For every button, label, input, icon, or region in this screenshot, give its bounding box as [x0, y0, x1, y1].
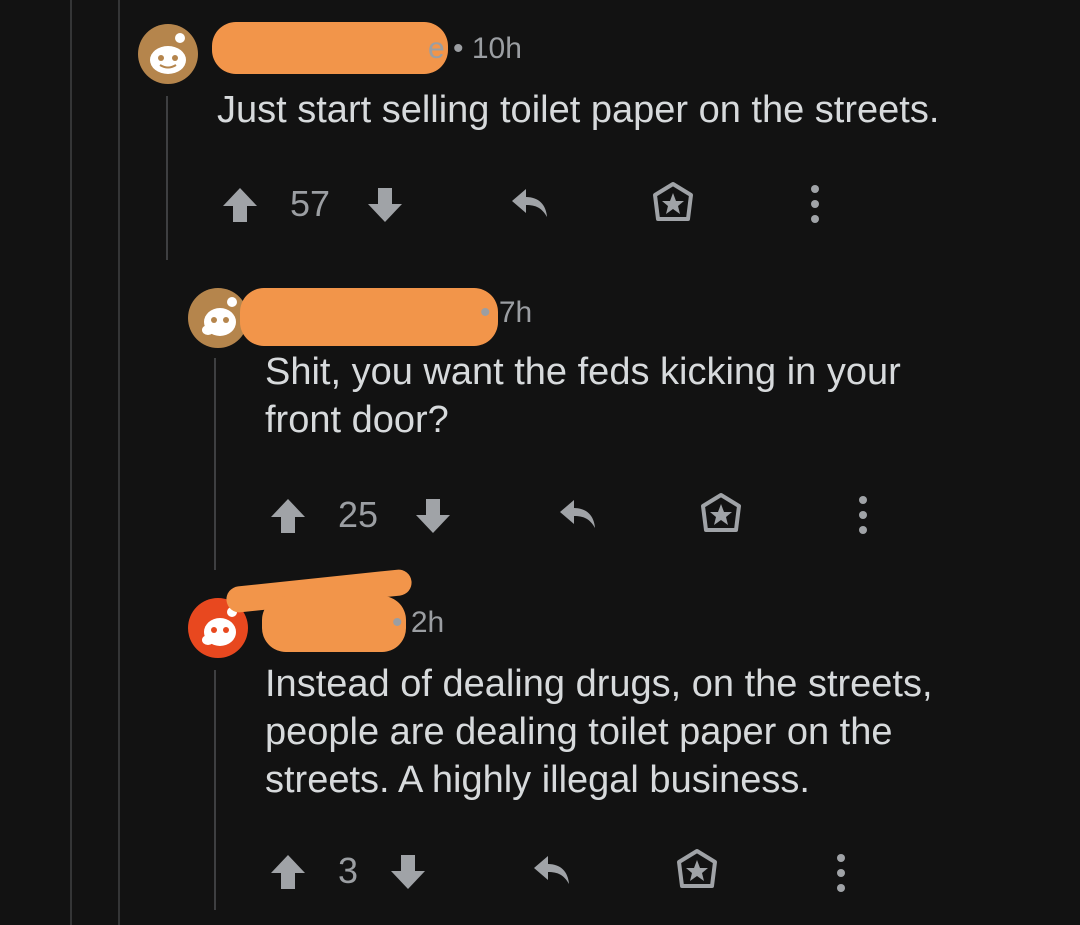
- more-options-icon[interactable]: [856, 494, 870, 536]
- user-avatar[interactable]: [138, 24, 198, 84]
- vote-score: 25: [338, 494, 379, 535]
- comment-actions: 57: [220, 175, 840, 235]
- upvote-arrow-icon[interactable]: [220, 185, 260, 225]
- reply-arrow-icon[interactable]: [556, 494, 600, 534]
- comment-timestamp: 2h: [410, 606, 445, 639]
- downvote-arrow-icon[interactable]: [365, 185, 405, 225]
- award-icon[interactable]: [698, 492, 744, 538]
- snoo-avatar-icon: [202, 297, 237, 336]
- vote-score: 3: [338, 850, 359, 891]
- snoo-avatar-icon: [150, 33, 186, 74]
- comment-collapse-line[interactable]: [166, 96, 168, 260]
- meta-separator: •: [392, 606, 411, 639]
- award-icon[interactable]: [650, 181, 696, 227]
- comment: e • 10h Just start selling toilet paper …: [0, 0, 1080, 260]
- comment-meta: e • 10h: [428, 32, 522, 66]
- downvote-arrow-icon[interactable]: [388, 852, 428, 892]
- comment-meta: • 7h: [480, 296, 532, 330]
- comment: • 7h Shit, you want the feds kicking in …: [0, 280, 1080, 570]
- comment-timestamp: 7h: [498, 296, 533, 329]
- reply-arrow-icon[interactable]: [530, 850, 574, 890]
- more-options-icon[interactable]: [808, 183, 822, 225]
- vote-score: 57: [290, 183, 331, 224]
- comment-timestamp: 10h: [471, 32, 522, 65]
- meta-separator: •: [453, 32, 472, 65]
- reply-arrow-icon[interactable]: [508, 183, 552, 223]
- comment-body: Instead of dealing drugs, on the streets…: [265, 663, 933, 801]
- more-options-icon[interactable]: [834, 852, 848, 894]
- upvote-arrow-icon[interactable]: [268, 852, 308, 892]
- comment-actions: 25: [268, 486, 888, 546]
- comment-collapse-line[interactable]: [214, 358, 216, 570]
- comment-actions: 3: [268, 842, 888, 902]
- redacted-username: [262, 596, 406, 652]
- redacted-username: [240, 288, 498, 346]
- comment-meta: • 2h: [392, 606, 444, 640]
- redacted-username: [212, 22, 448, 74]
- comment-collapse-line[interactable]: [214, 670, 216, 910]
- user-avatar[interactable]: [188, 288, 248, 348]
- comment: • 2h Instead of dealing drugs, on the st…: [0, 568, 1080, 925]
- upvote-arrow-icon[interactable]: [268, 496, 308, 536]
- meta-separator: •: [480, 296, 499, 329]
- downvote-arrow-icon[interactable]: [413, 496, 453, 536]
- comment-body: Just start selling toilet paper on the s…: [217, 89, 940, 131]
- username-fragment[interactable]: e: [428, 32, 445, 65]
- award-icon[interactable]: [674, 848, 720, 894]
- comment-body: Shit, you want the feds kicking in your …: [265, 351, 901, 441]
